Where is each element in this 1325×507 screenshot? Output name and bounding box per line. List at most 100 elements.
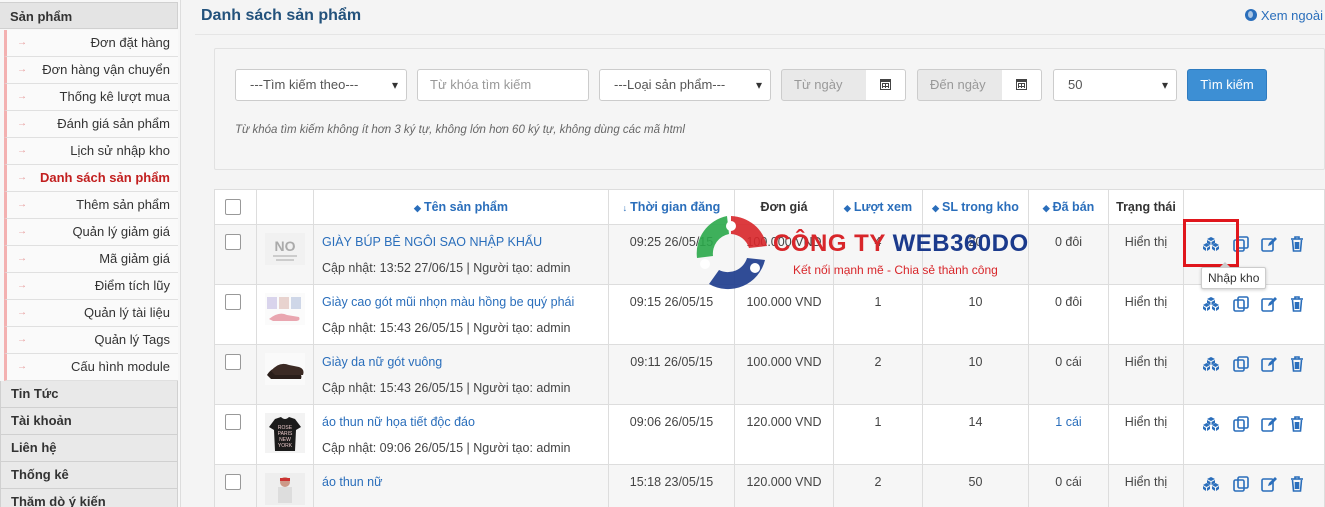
header-stock-label: SL trong kho xyxy=(942,200,1019,214)
status-text[interactable]: Hiển thị xyxy=(1109,475,1183,489)
sold-cell: 0 đôi xyxy=(1029,285,1109,345)
sidebar-item[interactable]: → Quản lý giảm giá xyxy=(4,219,178,246)
sidebar-item[interactable]: → Mã giảm giá xyxy=(4,246,178,273)
actions-cell xyxy=(1184,405,1325,465)
product-name-link[interactable]: áo thun nữ họa tiết độc đáo xyxy=(322,415,475,429)
product-thumbnail: NO xyxy=(265,233,305,265)
status-text[interactable]: Hiển thị xyxy=(1109,235,1183,249)
sidebar-item[interactable]: → Quản lý tài liệu xyxy=(4,300,178,327)
edit-icon[interactable] xyxy=(1260,415,1278,433)
table-row: Giày da nữ gót vuông Cập nhật: 15:43 26/0… xyxy=(215,345,1324,405)
arrow-right-icon: → xyxy=(17,145,27,156)
sidebar-item[interactable]: → Quản lý Tags xyxy=(4,327,178,354)
copy-icon[interactable] xyxy=(1232,415,1250,433)
sidebar-item[interactable]: → Thêm sản phẩm xyxy=(4,192,178,219)
to-date-button[interactable] xyxy=(1002,69,1042,101)
delete-icon[interactable] xyxy=(1288,415,1306,433)
copy-icon[interactable] xyxy=(1232,355,1250,373)
sidebar-item[interactable]: → Thống kê lượt mua xyxy=(4,84,178,111)
arrow-right-icon: → xyxy=(17,91,27,102)
arrow-right-icon: → xyxy=(17,199,27,210)
product-thumbnail xyxy=(265,353,305,385)
posted-time: 09:06 26/05/15 xyxy=(629,415,714,429)
sidebar-group-title[interactable]: Sản phẩm xyxy=(0,2,178,29)
row-checkbox[interactable] xyxy=(225,234,241,250)
stock-in-icon[interactable] xyxy=(1202,475,1220,493)
main-content: Danh sách sản phẩm Xem ngoài ---Tìm kiếm… xyxy=(181,0,1325,507)
product-meta: Cập nhật: 13:52 27/06/15 | Người tạo: ad… xyxy=(322,261,571,275)
arrow-right-icon: → xyxy=(17,64,27,75)
status-text[interactable]: Hiển thị xyxy=(1109,415,1183,429)
header-status: Trạng thái xyxy=(1109,190,1184,225)
product-name-link[interactable]: áo thun nữ xyxy=(322,475,383,489)
sidebar-section[interactable]: Tin Tức xyxy=(0,381,178,408)
stock-in-icon[interactable] xyxy=(1202,355,1220,373)
copy-icon[interactable] xyxy=(1232,475,1250,493)
row-checkbox[interactable] xyxy=(225,414,241,430)
posted-cell: 09:11 26/05/15 xyxy=(609,345,735,405)
stock-cell: 14 xyxy=(923,405,1029,465)
sold-quantity: 0 đôi xyxy=(1054,295,1083,309)
sidebar-section[interactable]: Thống kê xyxy=(0,462,178,489)
sold-cell: 1 cái xyxy=(1029,405,1109,465)
edit-icon[interactable] xyxy=(1260,235,1278,253)
stock-in-icon[interactable] xyxy=(1202,295,1220,313)
edit-icon[interactable] xyxy=(1260,295,1278,313)
search-by-select[interactable]: ---Tìm kiếm theo--- xyxy=(235,69,407,101)
sidebar-item[interactable]: → Lịch sử nhập kho xyxy=(4,138,178,165)
actions-cell xyxy=(1184,285,1325,345)
unit-price: 100.000 VND xyxy=(746,295,822,309)
status-text[interactable]: Hiển thị xyxy=(1109,355,1183,369)
edit-icon[interactable] xyxy=(1260,355,1278,373)
row-checkbox[interactable] xyxy=(225,354,241,370)
sidebar-item[interactable]: → Cấu hình module xyxy=(4,354,178,381)
delete-icon[interactable] xyxy=(1288,295,1306,313)
search-button[interactable]: Tìm kiếm xyxy=(1187,69,1267,101)
sidebar-item[interactable]: → Đơn hàng vận chuyển xyxy=(4,57,178,84)
header-stock[interactable]: ◆ SL trong kho xyxy=(923,190,1029,225)
product-name-link[interactable]: GIÀY BÚP BÊ NGÔI SAO NHẬP KHẨU xyxy=(322,235,542,249)
delete-icon[interactable] xyxy=(1288,355,1306,373)
delete-icon[interactable] xyxy=(1288,475,1306,493)
sidebar-item[interactable]: → Điểm tích lũy xyxy=(4,273,178,300)
product-name-link[interactable]: Giày da nữ gót vuông xyxy=(322,355,442,369)
sidebar-item-label: Quản lý Tags xyxy=(94,332,170,347)
posted-cell: 09:15 26/05/15 xyxy=(609,285,735,345)
from-date-input[interactable]: Từ ngày xyxy=(781,69,867,101)
header-name[interactable]: ◆ Tên sản phẩm xyxy=(314,190,609,225)
table-row: ROSE PARIS NEW YORK áo thun nữ họa tiết độc … xyxy=(215,405,1324,465)
edit-icon[interactable] xyxy=(1260,475,1278,493)
keyword-input[interactable]: Từ khóa tìm kiếm xyxy=(417,69,589,101)
product-type-select[interactable]: ---Loại sản phẩm--- xyxy=(599,69,771,101)
sidebar-item[interactable]: → Đơn đặt hàng xyxy=(4,30,178,57)
row-checkbox[interactable] xyxy=(225,474,241,490)
sidebar-section[interactable]: Thăm dò ý kiến xyxy=(0,489,178,507)
to-date-input[interactable]: Đến ngày xyxy=(917,69,1003,101)
row-actions xyxy=(1198,295,1318,315)
select-all-checkbox[interactable] xyxy=(225,199,241,215)
product-name-link[interactable]: Giày cao gót mũi nhọn màu hồng be quý ph… xyxy=(322,295,574,309)
copy-icon[interactable] xyxy=(1232,295,1250,313)
select-cell xyxy=(215,345,257,405)
sidebar-section[interactable]: Tài khoản xyxy=(0,408,178,435)
view-outside-link[interactable]: Xem ngoài xyxy=(1244,8,1323,23)
sidebar-section[interactable]: Liên hệ xyxy=(0,435,178,462)
row-checkbox[interactable] xyxy=(225,294,241,310)
sold-quantity[interactable]: 1 cái xyxy=(1029,415,1108,429)
product-meta: Cập nhật: 15:43 26/05/15 | Người tạo: ad… xyxy=(322,381,571,395)
sidebar-item[interactable]: → Đánh giá sản phẩm xyxy=(4,111,178,138)
sidebar-item-label: Đơn hàng vận chuyển xyxy=(42,62,170,77)
header-views[interactable]: ◆ Lượt xem xyxy=(834,190,923,225)
header-posted[interactable]: ↓ Thời gian đăng xyxy=(609,190,735,225)
delete-icon[interactable] xyxy=(1288,235,1306,253)
stock-in-icon[interactable] xyxy=(1202,415,1220,433)
status-text[interactable]: Hiển thị xyxy=(1109,295,1183,309)
sort-icon: ◆ xyxy=(414,203,421,213)
header-sold[interactable]: ◆ Đã bán xyxy=(1029,190,1109,225)
page-size-select[interactable]: 50 xyxy=(1053,69,1177,101)
from-date-button[interactable] xyxy=(866,69,906,101)
posted-time: 15:18 23/05/15 xyxy=(629,475,714,489)
price-cell: 100.000 VND xyxy=(735,345,834,405)
sidebar-item[interactable]: → Danh sách sản phẩm xyxy=(4,165,178,192)
sidebar-item-label: Đơn đặt hàng xyxy=(90,35,170,50)
